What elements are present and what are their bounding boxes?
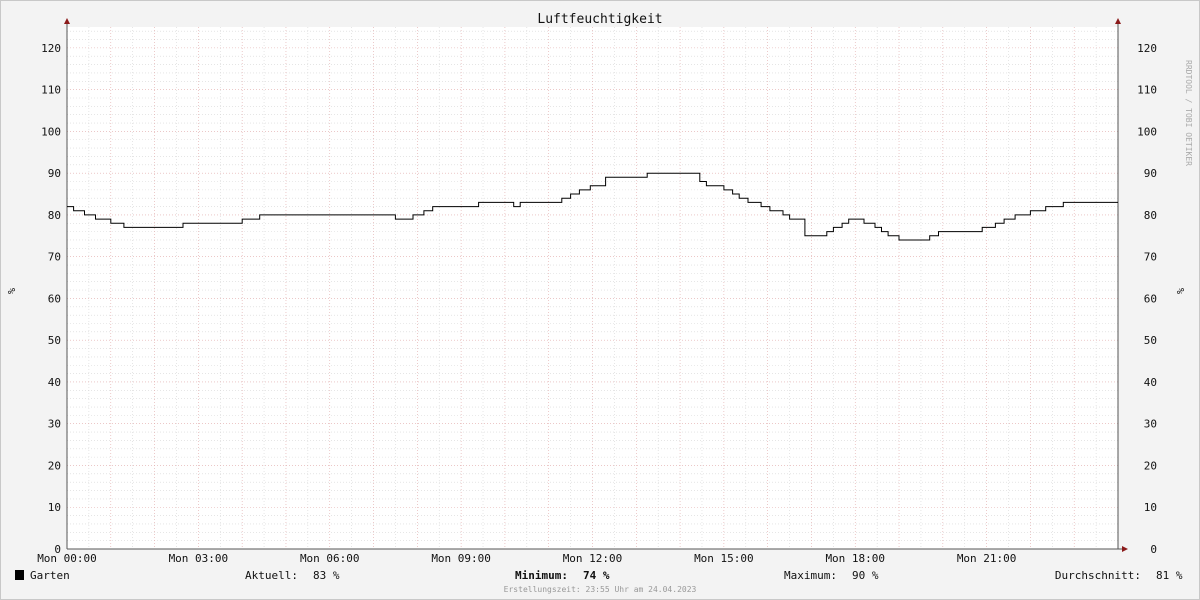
y-axis-unit-left: % xyxy=(5,288,16,294)
legend-maximum-label: Maximum: xyxy=(784,569,837,582)
y-tick-label-right: 30 xyxy=(1144,418,1157,431)
legend-minimum-value: 74 % xyxy=(583,569,610,582)
x-axis-arrow-icon xyxy=(1122,546,1128,552)
y-axis-left-arrow-icon xyxy=(64,18,70,24)
y-tick-label-left: 30 xyxy=(48,418,61,431)
x-tick-label: Mon 00:00 xyxy=(37,552,97,565)
y-tick-label-left: 20 xyxy=(48,459,61,472)
y-tick-label-left: 80 xyxy=(48,209,61,222)
y-tick-label-right: 110 xyxy=(1137,84,1157,97)
y-tick-label-left: 90 xyxy=(48,167,61,180)
y-tick-label-right: 50 xyxy=(1144,334,1157,347)
x-tick-label: Mon 12:00 xyxy=(563,552,623,565)
y-tick-label-right: 120 xyxy=(1137,42,1157,55)
y-tick-label-left: 10 xyxy=(48,501,61,514)
legend-durchschnitt-label: Durchschnitt: xyxy=(1055,569,1141,582)
y-tick-label-right: 70 xyxy=(1144,251,1157,264)
y-tick-label-left: 40 xyxy=(48,376,61,389)
y-tick-label-left: 60 xyxy=(48,292,61,305)
x-tick-label: Mon 09:00 xyxy=(431,552,491,565)
y-tick-label-left: 70 xyxy=(48,251,61,264)
legend-durchschnitt-value: 81 % xyxy=(1156,569,1183,582)
legend-maximum-value: 90 % xyxy=(852,569,879,582)
y-tick-label-right: 10 xyxy=(1144,501,1157,514)
y-tick-label-right: 90 xyxy=(1144,167,1157,180)
y-tick-label-left: 50 xyxy=(48,334,61,347)
x-tick-labels: Mon 00:00 Mon 03:00 Mon 06:00 Mon 09:00 Mon … xyxy=(37,552,1016,565)
y-axis-right-arrow-icon xyxy=(1115,18,1121,24)
y-tick-label-right: 0 xyxy=(1150,543,1157,556)
footer-timestamp: Erstellungszeit: 23:55 Uhr am 24.04.2023 xyxy=(504,585,697,594)
legend-aktuell-value: 83 % xyxy=(313,569,340,582)
x-tick-label: Mon 18:00 xyxy=(825,552,885,565)
legend: Garten Aktuell: 83 % Minimum: 74 % Maxim… xyxy=(15,569,1183,582)
x-tick-label: Mon 15:00 xyxy=(694,552,754,565)
y-tick-label-right: 100 xyxy=(1137,125,1157,138)
y-tick-label-right: 40 xyxy=(1144,376,1157,389)
y-tick-label-right: 80 xyxy=(1144,209,1157,222)
x-tick-label: Mon 03:00 xyxy=(169,552,229,565)
legend-minimum-label: Minimum: xyxy=(515,569,568,582)
chart-title: Luftfeuchtigkeit xyxy=(537,12,662,27)
y-tick-label-right: 60 xyxy=(1144,292,1157,305)
x-tick-label: Mon 21:00 xyxy=(957,552,1017,565)
y-tick-label-left: 110 xyxy=(41,84,61,97)
legend-aktuell-label: Aktuell: xyxy=(245,569,298,582)
humidity-chart: Luftfeuchtigkeit RRDTOOL / TOBI OETIKER … xyxy=(0,0,1200,600)
y-tick-label-left: 120 xyxy=(41,42,61,55)
y-axis-unit-right: % xyxy=(1174,288,1185,294)
watermark: RRDTOOL / TOBI OETIKER xyxy=(1184,60,1193,166)
y-tick-label-left: 100 xyxy=(41,125,61,138)
legend-series-name: Garten xyxy=(30,569,70,582)
legend-swatch xyxy=(15,570,24,580)
y-tick-label-right: 20 xyxy=(1144,459,1157,472)
x-tick-label: Mon 06:00 xyxy=(300,552,360,565)
